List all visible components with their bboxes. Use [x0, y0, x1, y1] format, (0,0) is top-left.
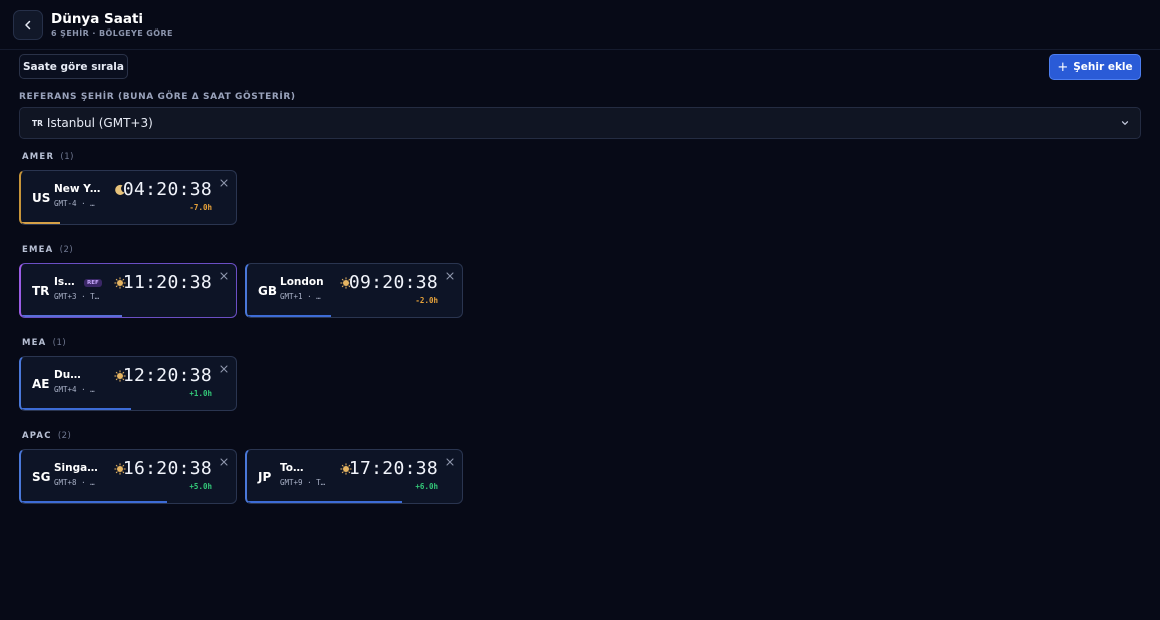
day-progress-bar — [21, 408, 131, 410]
plus-icon: + — [1057, 59, 1069, 75]
city-card-dubai[interactable]: AE Dubai GMT+4 · … 12:20:38 +1.0h — [19, 356, 237, 411]
city-card-singapore[interactable]: SG Singapore GMT+8 · … 16:20:38 +5.0h — [19, 449, 237, 504]
city-time: 16:20:38 — [122, 458, 212, 479]
time-offset: +6.0h — [415, 482, 438, 491]
city-timezone: GMT+3 · T… — [54, 292, 100, 301]
region-name: APAC — [22, 431, 52, 441]
time-offset: -7.0h — [189, 203, 212, 212]
region-header-apac: APAC (2) — [22, 431, 71, 441]
region-name: MEA — [22, 338, 47, 348]
time-offset: +5.0h — [189, 482, 212, 491]
app-header: Dünya Saati 6 ŞEHİR · BÖLGEYE GÖRE — [0, 0, 1160, 50]
city-time: 11:20:38 — [122, 272, 212, 293]
page-title: Dünya Saati — [51, 11, 144, 27]
region-count: (1) — [52, 338, 67, 348]
city-time: 09:20:38 — [348, 272, 438, 293]
region-header-amer: AMER (1) — [22, 152, 74, 162]
time-offset: +1.0h — [189, 389, 212, 398]
close-icon[interactable] — [446, 458, 454, 466]
reference-city-value: Istanbul (GMT+3) — [46, 116, 153, 130]
add-city-label: Şehir ekle — [1073, 61, 1133, 73]
city-card-london[interactable]: GB London GMT+1 · … 09:20:38 -2.0h — [245, 263, 463, 318]
region-header-mea: MEA (1) — [22, 338, 66, 348]
city-card-tokyo[interactable]: JP Tokyo GMT+9 · T… 17:20:38 +6.0h — [245, 449, 463, 504]
city-name: New York — [54, 183, 104, 195]
city-time: 17:20:38 — [348, 458, 438, 479]
chevron-left-icon — [25, 20, 31, 30]
region-count: (2) — [59, 245, 74, 255]
city-card-new-york[interactable]: US New York GMT-4 · … 04:20:38 -7.0h — [19, 170, 237, 225]
reference-city-label: REFERANS ŞEHİR (BUNA GÖRE Δ SAAT GÖSTERİ… — [19, 92, 296, 102]
back-button[interactable] — [13, 10, 43, 40]
country-code: US — [32, 191, 51, 205]
country-code: AE — [32, 377, 50, 391]
region-name: EMEA — [22, 245, 54, 255]
city-name: London — [280, 276, 324, 288]
add-city-button[interactable]: + Şehir ekle — [1049, 54, 1141, 80]
city-time: 04:20:38 — [122, 179, 212, 200]
close-icon[interactable] — [446, 272, 454, 280]
region-count: (1) — [60, 152, 74, 162]
close-icon[interactable] — [220, 179, 228, 187]
city-timezone: GMT+9 · T… — [280, 478, 326, 487]
country-code: SG — [32, 470, 51, 484]
close-icon[interactable] — [220, 365, 228, 373]
day-progress-bar — [21, 501, 168, 503]
close-icon[interactable] — [220, 272, 228, 280]
chevron-down-icon — [1121, 121, 1129, 125]
city-card-istanbul[interactable]: TR Istanbul REF GMT+3 · T… 11:20:38 — [19, 263, 237, 318]
day-progress-bar — [247, 501, 402, 503]
reference-country-code: TR — [32, 118, 43, 128]
city-timezone: GMT+4 · … — [54, 385, 95, 394]
city-timezone: GMT-4 · … — [54, 199, 95, 208]
city-name: Dubai — [54, 369, 86, 381]
city-timezone: GMT+1 · … — [280, 292, 321, 301]
country-code: GB — [258, 284, 277, 298]
sort-by-time-button[interactable]: Saate göre sırala — [19, 54, 128, 79]
reference-city-select[interactable]: TR Istanbul (GMT+3) — [19, 107, 1141, 139]
day-progress-bar — [21, 315, 123, 317]
reference-badge: REF — [84, 279, 102, 287]
region-header-emea: EMEA (2) — [22, 245, 73, 255]
time-offset: -2.0h — [415, 296, 438, 305]
country-code: JP — [258, 470, 272, 484]
region-count: (2) — [57, 431, 72, 441]
page-subtitle: 6 ŞEHİR · BÖLGEYE GÖRE — [51, 29, 173, 38]
close-icon[interactable] — [220, 458, 228, 466]
city-name: Singapore — [54, 462, 104, 474]
country-code: TR — [32, 284, 50, 298]
city-time: 12:20:38 — [122, 365, 212, 386]
city-name: Tokyo — [280, 462, 310, 474]
day-progress-bar — [247, 315, 331, 317]
day-progress-bar — [21, 222, 60, 224]
city-timezone: GMT+8 · … — [54, 478, 95, 487]
city-name: Istanbul — [54, 276, 78, 288]
region-name: AMER — [22, 152, 55, 162]
